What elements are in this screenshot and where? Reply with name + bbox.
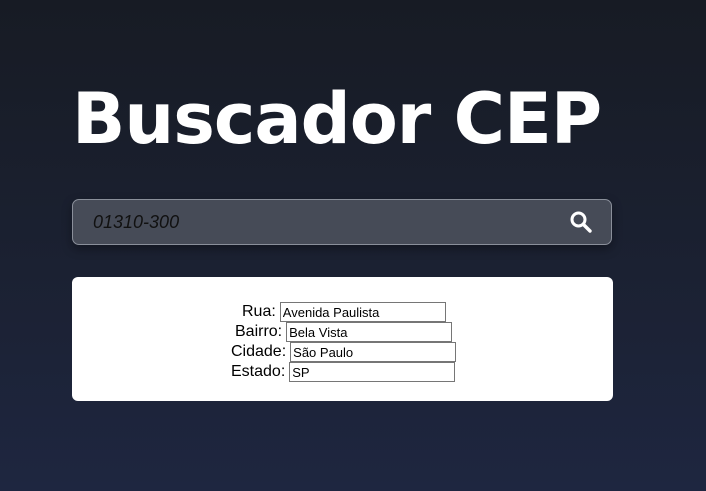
bairro-label: Bairro: (235, 323, 283, 340)
search-icon (569, 210, 595, 234)
cidade-input[interactable] (290, 342, 457, 362)
estado-input[interactable] (289, 362, 456, 382)
search-bar (72, 199, 612, 245)
estado-label: Estado: (231, 363, 286, 380)
rua-input[interactable] (279, 302, 446, 322)
field-row-estado: Estado: (231, 362, 456, 382)
field-row-cidade: Cidade: (231, 342, 457, 362)
rua-label: Rua: (242, 303, 276, 320)
address-result-card: Rua: Bairro: Cidade: Estado: (72, 277, 613, 401)
search-button[interactable] (569, 209, 595, 235)
cidade-label: Cidade: (231, 343, 287, 360)
cep-search-input[interactable] (93, 200, 533, 244)
page-title: Buscador CEP (72, 78, 602, 160)
field-row-rua: Rua: (242, 302, 446, 322)
bairro-input[interactable] (286, 322, 453, 342)
field-row-bairro: Bairro: (235, 322, 453, 342)
